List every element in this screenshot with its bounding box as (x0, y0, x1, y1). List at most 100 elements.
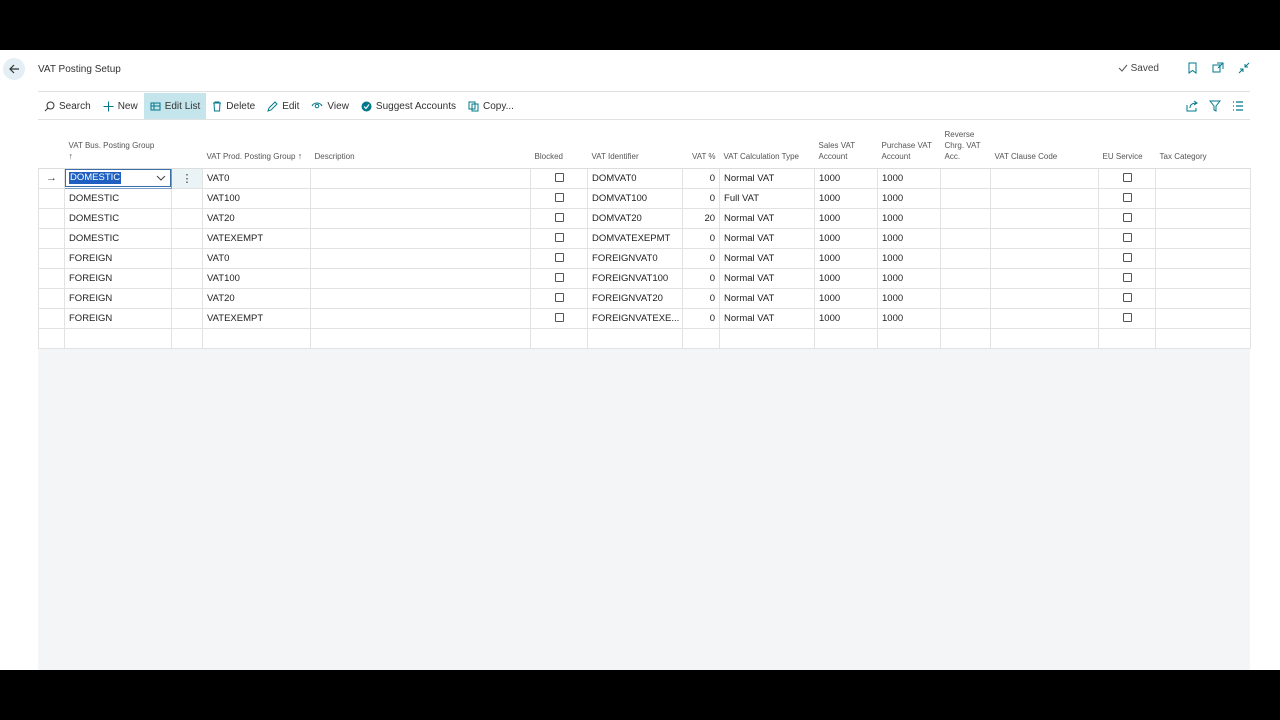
cell-purchase-vat-account[interactable]: 1000 (877, 207, 942, 229)
open-in-new-window-icon[interactable] (1212, 62, 1224, 74)
table-row[interactable]: DOMESTIC VAT100 DOMVAT100 0 Full VAT 1000 1000 (38, 187, 1252, 209)
header-vat-percent[interactable]: VAT % (682, 126, 720, 169)
suggest-accounts-button[interactable]: Suggest Accounts (355, 93, 462, 119)
delete-button[interactable]: Delete (206, 93, 261, 119)
list-view-icon[interactable] (1232, 100, 1244, 112)
cell-eu-service[interactable] (1098, 227, 1157, 249)
cell-reverse-chrg-vat-acc[interactable] (940, 167, 992, 189)
cell-vat-calculation-type[interactable]: Normal VAT (719, 287, 816, 309)
cell-vat-clause-code[interactable] (990, 287, 1100, 309)
cell-vat-percent[interactable]: 0 (682, 307, 721, 329)
cell-vat-percent[interactable]: 0 (682, 247, 721, 269)
blocked-checkbox[interactable] (554, 293, 564, 303)
cell-description[interactable] (310, 267, 532, 289)
cell-vat-prod-posting-group[interactable]: VAT100 (202, 187, 312, 209)
eu-service-checkbox[interactable] (1122, 293, 1132, 303)
cell-eu-service[interactable] (1098, 207, 1157, 229)
cell-sales-vat-account[interactable] (814, 327, 879, 349)
cell-vat-bus-posting-group[interactable]: FOREIGN (64, 267, 172, 289)
search-button[interactable]: Search (38, 93, 97, 119)
new-button[interactable]: New (97, 93, 144, 119)
cell-vat-calculation-type[interactable]: Normal VAT (719, 207, 816, 229)
cell-vat-identifier[interactable]: DOMVAT20 (587, 207, 684, 229)
header-eu-service[interactable]: EU Service (1098, 126, 1156, 169)
cell-vat-clause-code[interactable] (990, 247, 1100, 269)
cell-vat-clause-code[interactable] (990, 227, 1100, 249)
cell-vat-bus-posting-group[interactable]: FOREIGN (64, 307, 172, 329)
cell-vat-percent[interactable]: 20 (682, 207, 721, 229)
cell-blocked[interactable] (530, 227, 589, 249)
cell-vat-identifier[interactable]: DOMVATEXEPMT (587, 227, 684, 249)
row-actions-menu[interactable]: ⋮ (170, 167, 204, 189)
cell-sales-vat-account[interactable]: 1000 (814, 227, 879, 249)
cell-tax-category[interactable] (1155, 247, 1252, 269)
cell-sales-vat-account[interactable]: 1000 (814, 267, 879, 289)
eu-service-checkbox[interactable] (1122, 253, 1132, 263)
blocked-checkbox[interactable] (554, 233, 564, 243)
header-vat-identifier[interactable]: VAT Identifier (587, 126, 683, 169)
back-button[interactable] (3, 58, 25, 80)
collapse-icon[interactable] (1238, 62, 1250, 74)
cell-purchase-vat-account[interactable]: 1000 (877, 227, 942, 249)
cell-vat-identifier[interactable]: FOREIGNVAT0 (587, 247, 684, 269)
header-description[interactable]: Description (310, 126, 531, 169)
table-row[interactable]: FOREIGN VAT20 FOREIGNVAT20 0 Normal VAT 1000 1… (38, 287, 1252, 309)
chevron-down-icon[interactable] (156, 173, 166, 183)
cell-eu-service[interactable] (1098, 247, 1157, 269)
cell-vat-identifier[interactable]: DOMVAT100 (587, 187, 684, 209)
cell-sales-vat-account[interactable]: 1000 (814, 287, 879, 309)
cell-purchase-vat-account[interactable]: 1000 (877, 247, 942, 269)
cell-eu-service[interactable] (1098, 187, 1157, 209)
cell-vat-prod-posting-group[interactable]: VAT100 (202, 267, 312, 289)
view-button[interactable]: View (305, 93, 355, 119)
table-row[interactable]: FOREIGN VAT0 FOREIGNVAT0 0 Normal VAT 1000 100… (38, 247, 1252, 269)
cell-vat-calculation-type[interactable]: Normal VAT (719, 227, 816, 249)
cell-blocked[interactable] (530, 247, 589, 269)
eu-service-checkbox[interactable] (1122, 273, 1132, 283)
filter-icon[interactable] (1209, 100, 1221, 112)
cell-sales-vat-account[interactable]: 1000 (814, 187, 879, 209)
cell-vat-clause-code[interactable] (990, 187, 1100, 209)
cell-tax-category[interactable] (1155, 307, 1252, 329)
cell-vat-identifier[interactable]: FOREIGNVAT20 (587, 287, 684, 309)
share-icon[interactable] (1186, 100, 1198, 112)
header-vat-prod-posting-group[interactable]: VAT Prod. Posting Group ↑ (202, 126, 311, 169)
cell-vat-bus-posting-group[interactable]: DOMESTIC (64, 207, 172, 229)
cell-sales-vat-account[interactable]: 1000 (814, 247, 879, 269)
cell-vat-percent[interactable]: 0 (682, 227, 721, 249)
header-tax-category[interactable]: Tax Category (1155, 126, 1251, 169)
cell-description[interactable] (310, 247, 532, 269)
table-row[interactable]: DOMESTIC VATEXEMPT DOMVATEXEPMT 0 Normal VAT… (38, 227, 1252, 249)
cell-vat-calculation-type[interactable]: Normal VAT (719, 267, 816, 289)
cell-vat-clause-code[interactable] (990, 327, 1100, 349)
table-row[interactable]: FOREIGN VATEXEMPT FOREIGNVATEXE... 0 Normal … (38, 307, 1252, 329)
cell-blocked[interactable] (530, 167, 589, 189)
cell-vat-prod-posting-group[interactable]: VAT0 (202, 247, 312, 269)
header-purchase-vat-account[interactable]: Purchase VAT Account (877, 126, 941, 169)
header-vat-calculation-type[interactable]: VAT Calculation Type (719, 126, 815, 169)
cell-tax-category[interactable] (1155, 227, 1252, 249)
cell-vat-identifier[interactable] (587, 327, 684, 349)
table-row[interactable]: → DOMESTIC ⋮ VAT0 DOMVAT0 0 Normal VAT 1000 1000 (38, 167, 1252, 189)
cell-sales-vat-account[interactable]: 1000 (814, 207, 879, 229)
cell-vat-percent[interactable]: 0 (682, 287, 721, 309)
cell-vat-clause-code[interactable] (990, 167, 1100, 189)
cell-vat-prod-posting-group[interactable]: VATEXEMPT (202, 227, 312, 249)
cell-reverse-chrg-vat-acc[interactable] (940, 187, 992, 209)
cell-vat-percent[interactable]: 0 (682, 167, 721, 189)
blocked-checkbox[interactable] (554, 173, 564, 183)
cell-blocked[interactable] (530, 307, 589, 329)
cell-reverse-chrg-vat-acc[interactable] (940, 247, 992, 269)
cell-description[interactable] (310, 227, 532, 249)
cell-eu-service[interactable] (1098, 267, 1157, 289)
cell-description[interactable] (310, 187, 532, 209)
cell-description[interactable] (310, 327, 532, 349)
edit-button[interactable]: Edit (261, 93, 305, 119)
cell-tax-category[interactable] (1155, 327, 1252, 349)
cell-vat-bus-posting-group[interactable]: DOMESTIC (64, 167, 172, 189)
cell-vat-clause-code[interactable] (990, 307, 1100, 329)
cell-eu-service[interactable] (1098, 167, 1157, 189)
cell-vat-percent[interactable] (682, 327, 721, 349)
cell-description[interactable] (310, 287, 532, 309)
cell-vat-identifier[interactable]: FOREIGNVAT100 (587, 267, 684, 289)
